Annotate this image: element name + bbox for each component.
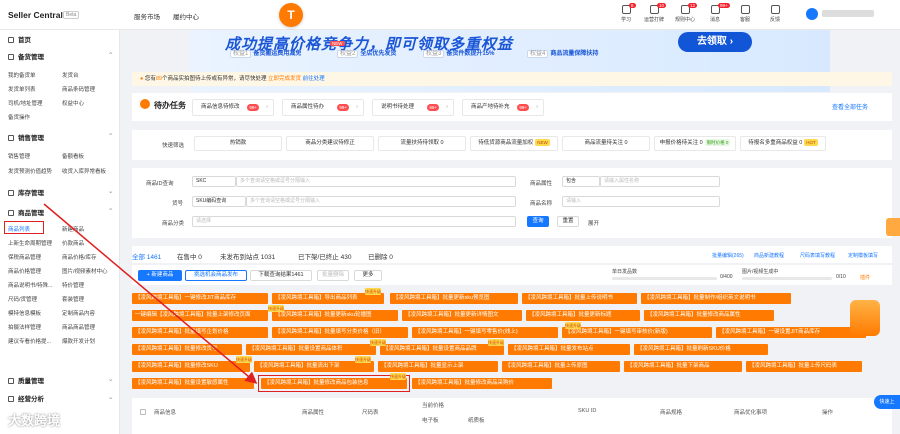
col-optimize: 商品优化事项 xyxy=(734,410,768,416)
promo-float-icon[interactable] xyxy=(850,300,880,336)
col-spec: 商品规格 xyxy=(660,410,683,416)
col-actions: 操作 xyxy=(822,410,834,416)
side-tab[interactable] xyxy=(886,218,900,236)
col-sku-id: SKU ID xyxy=(578,408,597,414)
col-sub-paper: 纸质板 xyxy=(468,418,485,424)
product-table-header: 商品信息 商品属性 尺码表 当前价格 电子板 纸质板 SKU ID 商品规格 商… xyxy=(132,398,892,434)
col-price: 当前价格 xyxy=(422,403,445,409)
annotation-arrow xyxy=(43,203,258,384)
col-sub-electronic: 电子板 xyxy=(422,418,439,424)
col-attributes: 商品属性 xyxy=(302,410,325,416)
side-chat-button[interactable]: 快速上 xyxy=(874,395,900,409)
select-all-checkbox[interactable] xyxy=(140,409,146,415)
col-product-info: 商品信息 xyxy=(154,410,177,416)
watermark: 大数跨境 xyxy=(8,413,61,428)
col-size-chart: 尺码表 xyxy=(362,410,379,416)
